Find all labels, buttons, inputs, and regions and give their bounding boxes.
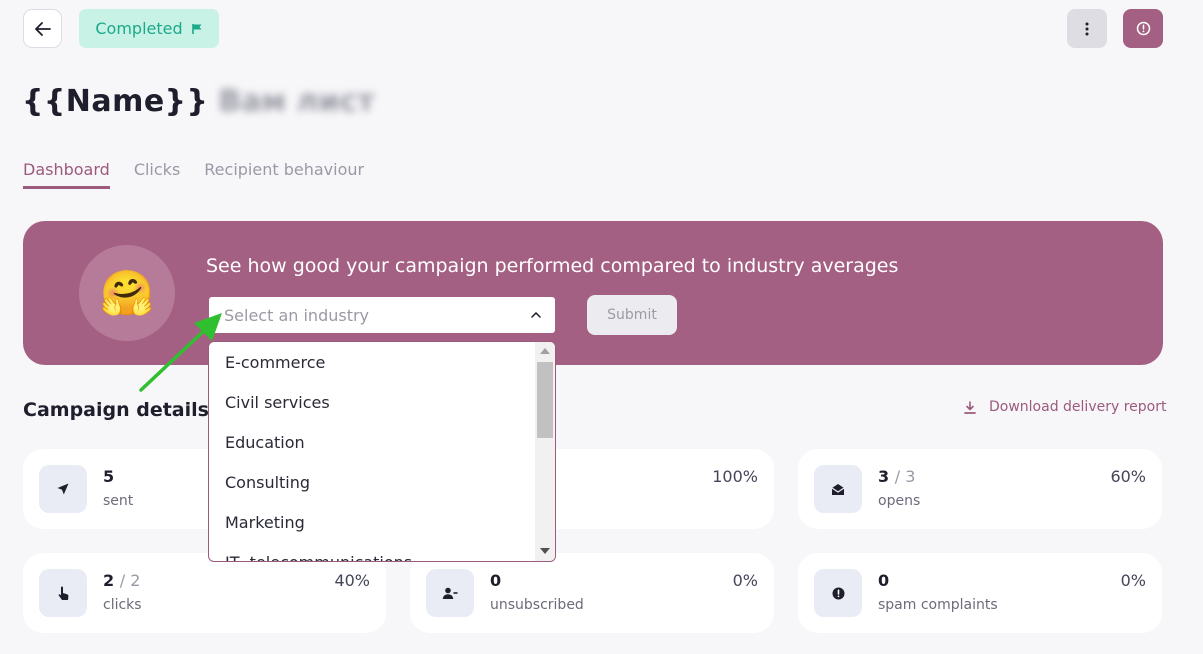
dropdown-scrollbar[interactable] [535, 342, 555, 561]
industry-select-placeholder: Select an industry [224, 305, 370, 325]
stat-percent: 40% [334, 571, 370, 590]
info-button[interactable] [1123, 9, 1163, 48]
stat-label: opens [878, 493, 921, 509]
stat-value: 0 [878, 571, 890, 590]
download-report-label: Download delivery report [989, 399, 1167, 415]
industry-option[interactable]: Consulting [209, 462, 535, 502]
page-title-row: {{Name}} Вам лист [22, 80, 375, 122]
stat-percent: 0% [732, 571, 758, 590]
page-title: {{Name}} [22, 83, 209, 119]
stat-percent: 60% [1110, 467, 1146, 486]
stat-card-unsubscribed: 0 unsubscribed 0% [410, 553, 774, 633]
envelope-open-icon [814, 465, 862, 513]
scroll-thumb[interactable] [537, 362, 553, 438]
alert-circle-icon [814, 569, 862, 617]
stat-value: 3 / 3 [878, 467, 916, 486]
stat-percent: 100% [712, 467, 758, 486]
industry-option-list: E-commerce Civil services Education Cons… [209, 342, 535, 562]
stat-card-opens: 3 / 3 opens 60% [798, 449, 1162, 529]
industry-option[interactable]: E-commerce [209, 342, 535, 382]
status-label: Completed [95, 19, 183, 38]
download-report-link[interactable]: Download delivery report [964, 399, 1166, 415]
stat-value: 0 [490, 571, 502, 590]
arrow-left-icon [34, 21, 51, 36]
vertical-dots-icon [1085, 22, 1089, 35]
hugging-face-emoji: 🤗 [79, 245, 175, 341]
stat-label: spam complaints [878, 597, 998, 613]
industry-option[interactable]: IT, telecommunications [209, 542, 535, 562]
stat-value: 5 [103, 467, 115, 486]
status-badge: Completed [79, 9, 219, 48]
industry-select[interactable]: Select an industry [209, 297, 555, 333]
more-options-button[interactable] [1067, 9, 1107, 48]
industry-comparison-banner: 🤗 See how good your campaign performed c… [23, 221, 1163, 365]
industry-dropdown: E-commerce Civil services Education Cons… [208, 341, 556, 562]
submit-button[interactable]: Submit [587, 295, 677, 335]
flag-icon [191, 23, 202, 34]
stat-percent: 0% [1120, 571, 1146, 590]
tab-clicks[interactable]: Clicks [134, 160, 180, 189]
tab-dashboard[interactable]: Dashboard [23, 160, 110, 189]
stat-value: 2 / 2 [103, 571, 141, 590]
stat-card-clicks: 2 / 2 clicks 40% [23, 553, 386, 633]
send-icon [39, 465, 87, 513]
pointer-hand-icon [39, 569, 87, 617]
stat-label: unsubscribed [490, 597, 584, 613]
banner-text: See how good your campaign performed com… [206, 255, 899, 277]
scroll-up-icon[interactable] [540, 348, 550, 354]
stat-label: sent [103, 493, 134, 509]
info-icon [1136, 21, 1150, 36]
industry-option[interactable]: Civil services [209, 382, 535, 422]
blurred-title: Вам лист [218, 83, 375, 119]
user-minus-icon [426, 569, 474, 617]
tab-recipient-behaviour[interactable]: Recipient behaviour [204, 160, 364, 189]
stat-label: clicks [103, 597, 142, 613]
tab-bar: Dashboard Clicks Recipient behaviour [23, 160, 364, 189]
chevron-up-icon [531, 312, 541, 318]
emoji-glyph: 🤗 [99, 268, 155, 319]
back-button[interactable] [23, 9, 62, 48]
stat-card-spam-complaints: 0 spam complaints 0% [798, 553, 1162, 633]
download-icon [964, 400, 976, 414]
industry-option[interactable]: Marketing [209, 502, 535, 542]
industry-option[interactable]: Education [209, 422, 535, 462]
scroll-down-icon[interactable] [540, 548, 550, 554]
campaign-details-title: Campaign details [23, 399, 209, 421]
